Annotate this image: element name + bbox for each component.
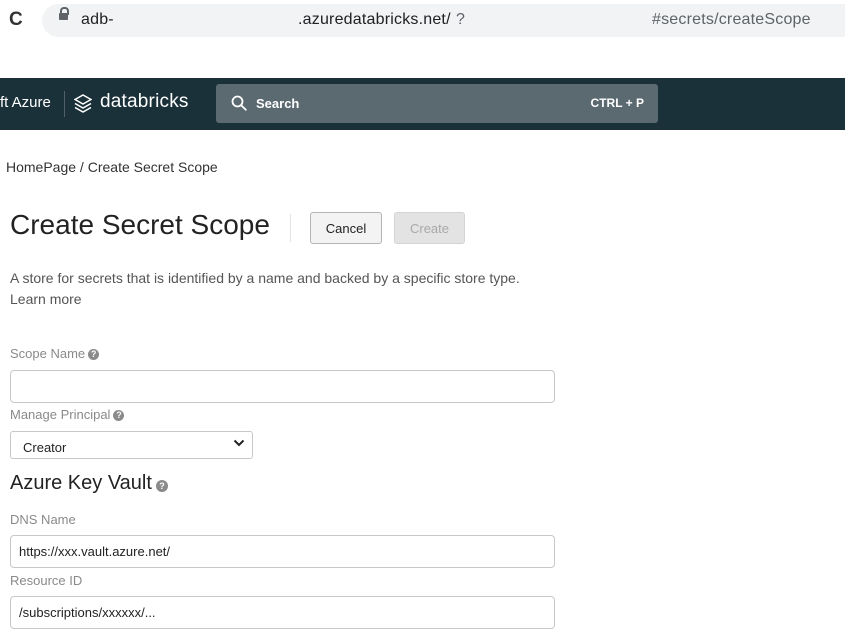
reload-icon[interactable]: C <box>9 9 23 31</box>
manage-principal-label: Manage Principal? <box>10 407 125 422</box>
brand-divider <box>64 91 65 117</box>
help-icon[interactable]: ? <box>113 410 125 421</box>
search-icon <box>231 95 247 111</box>
scope-name-input[interactable] <box>10 370 555 403</box>
breadcrumb-current: Create Secret Scope <box>87 159 218 175</box>
dns-name-label: DNS Name <box>10 512 76 527</box>
breadcrumb-home-link[interactable]: HomePage <box>6 159 76 175</box>
help-icon[interactable]: ? <box>88 349 100 360</box>
search-bar[interactable]: Search CTRL + P <box>216 84 658 123</box>
dns-name-input[interactable] <box>10 535 555 568</box>
url-host-suffix: .azuredatabricks.net/ <box>298 11 451 28</box>
cancel-button[interactable]: Cancel <box>310 212 382 244</box>
resource-id-input[interactable] <box>10 596 555 629</box>
url-host-prefix: adb- <box>81 11 114 28</box>
section-title-azure-key-vault: Azure Key Vault? <box>10 472 168 495</box>
scope-name-label-text: Scope Name <box>10 346 86 361</box>
search-label: Search <box>256 96 300 111</box>
page-title: Create Secret Scope <box>10 209 270 240</box>
scope-name-label: Scope Name? <box>10 346 100 361</box>
microsoft-azure-brand[interactable]: ft Azure <box>0 94 51 111</box>
databricks-logo-icon <box>74 94 92 113</box>
title-divider <box>290 214 291 242</box>
address-bar[interactable]: adb- .azuredatabricks.net/ ? #secrets/cr… <box>42 4 845 37</box>
manage-principal-value: Creator <box>23 440 67 455</box>
chevron-down-icon <box>233 439 245 447</box>
manage-principal-select[interactable]: Creator <box>10 431 253 459</box>
manage-principal-label-text: Manage Principal <box>10 407 111 422</box>
search-shortcut-hint: CTRL + P <box>590 96 644 110</box>
description-text: A store for secrets that is identified b… <box>10 270 520 286</box>
page-description: A store for secrets that is identified b… <box>10 268 550 310</box>
breadcrumb-separator: / <box>76 159 88 175</box>
url-fragment: #secrets/createScope <box>652 11 811 28</box>
section-title-text: Azure Key Vault <box>10 472 152 494</box>
top-navigation: ft Azure databricks Search CTRL + P <box>0 78 845 130</box>
url-query: ? <box>456 11 466 28</box>
learn-more-link[interactable]: Learn more <box>10 291 82 307</box>
breadcrumb: HomePage / Create Secret Scope <box>6 159 218 175</box>
lock-icon <box>59 7 69 20</box>
databricks-brand[interactable]: databricks <box>100 91 189 113</box>
resource-id-label: Resource ID <box>10 573 83 588</box>
create-button[interactable]: Create <box>394 212 465 244</box>
help-icon[interactable]: ? <box>155 480 168 492</box>
browser-toolbar: C adb- .azuredatabricks.net/ ? #secrets/… <box>0 0 845 42</box>
